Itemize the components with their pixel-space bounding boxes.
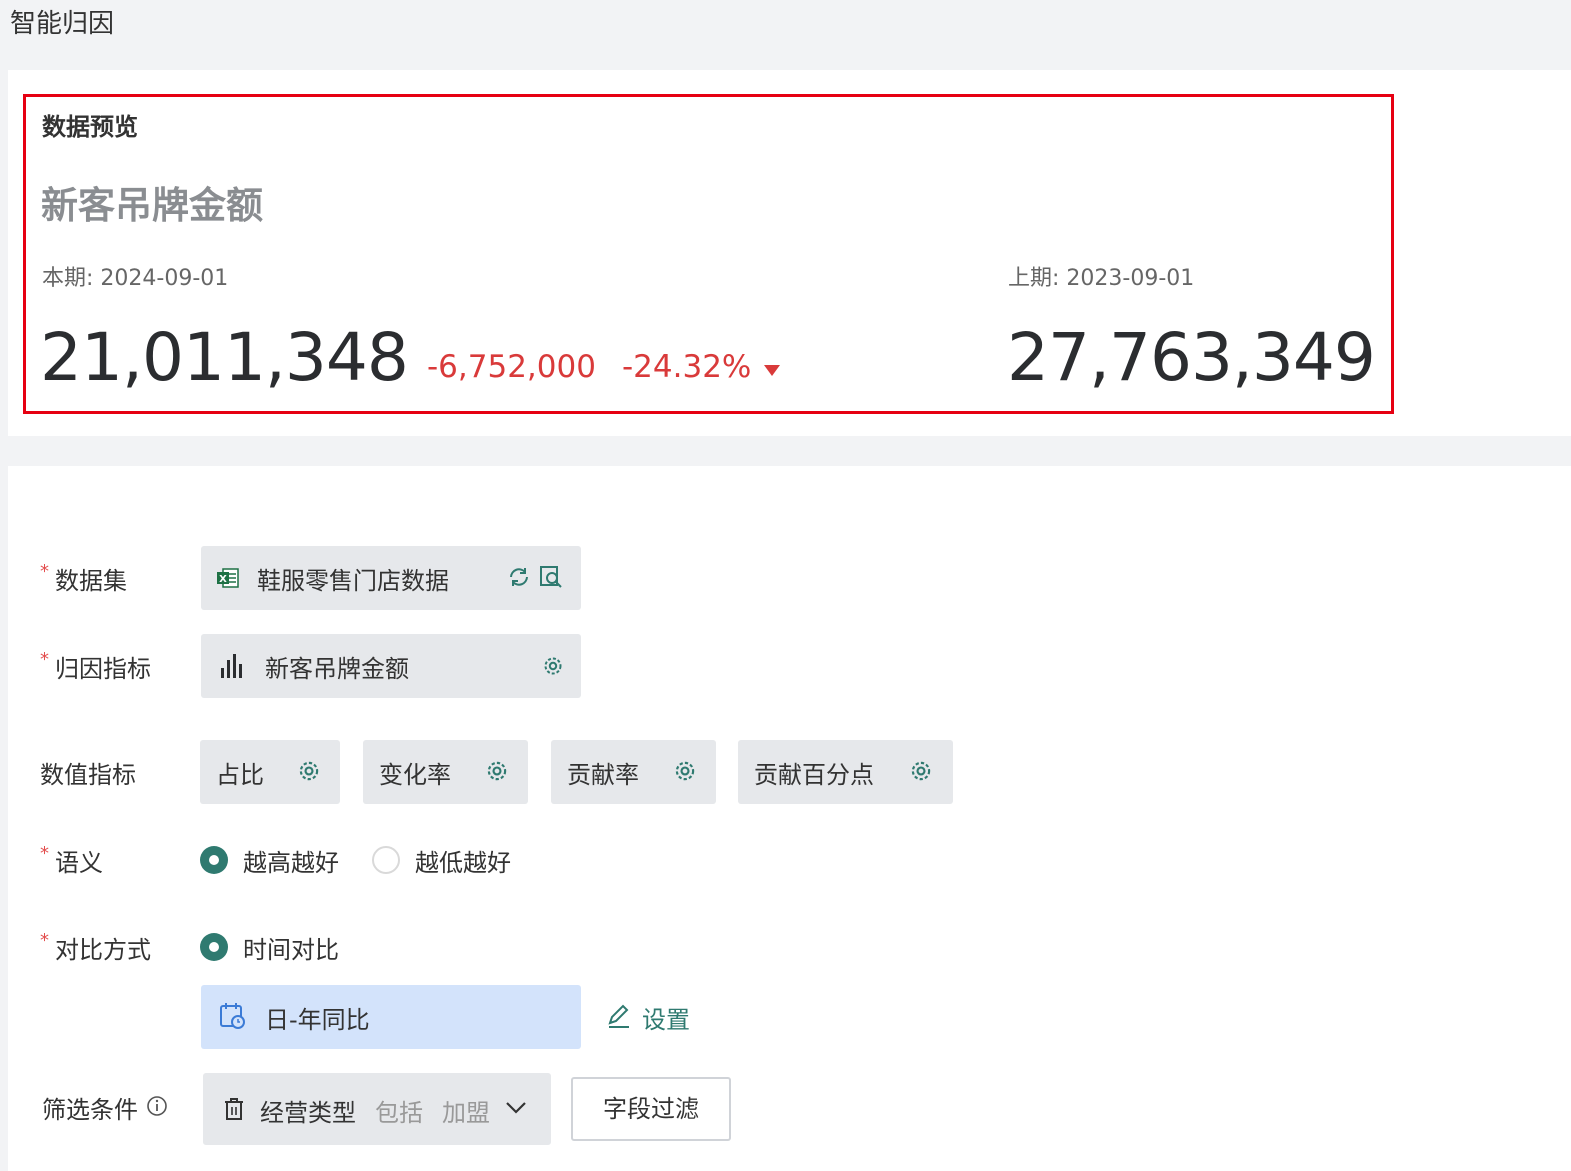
attribution-metric-value: 新客吊牌金额: [265, 655, 409, 683]
bar-chart-icon: [219, 652, 247, 684]
metric-tag-label: 贡献率: [567, 761, 639, 789]
semantics-label-text: 语义: [55, 849, 103, 877]
preview-icon[interactable]: [539, 565, 563, 593]
filter-label: 筛选条件: [42, 1096, 138, 1124]
preview-highlight-box: 数据预览 新客吊牌金额 本期: 2024-09-01 上期: 2023-09-0…: [23, 94, 1394, 414]
dataset-value: 鞋服零售门店数据: [257, 567, 449, 595]
radio-time-compare-label[interactable]: 时间对比: [243, 930, 339, 965]
delta-percent: -24.32%: [622, 349, 752, 385]
filter-value: 加盟: [442, 1099, 490, 1127]
field-filter-button[interactable]: 字段过滤: [571, 1077, 731, 1141]
metric-tag-label: 占比: [216, 761, 264, 789]
preview-heading: 数据预览: [42, 113, 138, 141]
numeric-metrics-label: 数值指标: [40, 761, 136, 789]
gear-icon[interactable]: [672, 758, 698, 788]
excel-icon: X: [217, 568, 239, 592]
filter-operator: 包括: [375, 1099, 423, 1127]
data-preview-card: 数据预览 新客吊牌金额 本期: 2024-09-01 上期: 2023-09-0…: [8, 70, 1571, 436]
metric-tag-contribution-points[interactable]: 贡献百分点: [738, 740, 953, 804]
info-icon[interactable]: [146, 1095, 168, 1121]
semantics-label: * 语义: [40, 843, 103, 878]
metric-tag-contribution-rate[interactable]: 贡献率: [551, 740, 716, 804]
gear-icon[interactable]: [908, 758, 934, 788]
preview-metric-name: 新客吊牌金额: [41, 184, 263, 227]
dataset-selector[interactable]: X 鞋服零售门店数据: [201, 546, 581, 610]
settings-link-text: 设置: [642, 1006, 690, 1034]
filter-condition[interactable]: 经营类型 包括 加盟: [203, 1073, 551, 1145]
previous-period-label: 上期: 2023-09-01: [1008, 266, 1195, 291]
required-mark: *: [40, 561, 49, 582]
required-mark: *: [40, 843, 49, 864]
current-value: 21,011,348: [40, 319, 409, 396]
metric-tag-label: 贡献百分点: [754, 761, 874, 789]
refresh-icon[interactable]: [507, 565, 531, 593]
gear-icon[interactable]: [541, 654, 565, 682]
gear-icon[interactable]: [296, 758, 322, 788]
svg-text:X: X: [219, 574, 227, 585]
radio-lower-better-label[interactable]: 越低越好: [415, 843, 511, 878]
metric-tag-label: 变化率: [379, 761, 451, 789]
radio-time-compare[interactable]: [200, 933, 228, 961]
required-mark: *: [40, 930, 49, 951]
radio-lower-better[interactable]: [372, 846, 400, 874]
edit-icon: [606, 1003, 632, 1035]
trend-down-icon: [764, 365, 780, 376]
compare-method-label: * 对比方式: [40, 930, 151, 965]
radio-higher-better-label[interactable]: 越高越好: [243, 843, 339, 878]
calendar-icon: [219, 1001, 247, 1035]
metric-tag-change-rate[interactable]: 变化率: [363, 740, 528, 804]
current-period-label: 本期: 2024-09-01: [42, 266, 229, 291]
attribution-form-card: * 数据集 X 鞋服零售门店数据 * 归因指标 新客吊牌金额 数值指标 占比 变化率: [8, 466, 1571, 1171]
metric-tag-share[interactable]: 占比: [200, 740, 340, 804]
dataset-label-text: 数据集: [55, 567, 127, 595]
required-mark: *: [40, 649, 49, 670]
attribution-metric-label-text: 归因指标: [55, 655, 151, 683]
chevron-down-icon[interactable]: [505, 1100, 527, 1119]
radio-higher-better[interactable]: [200, 846, 228, 874]
dataset-label: * 数据集: [40, 561, 127, 596]
compare-period-value: 日-年同比: [265, 1006, 370, 1034]
previous-value: 27,763,349: [1007, 319, 1376, 396]
page-title: 智能归因: [10, 9, 115, 39]
filter-field: 经营类型: [260, 1099, 356, 1127]
trash-icon[interactable]: [223, 1097, 245, 1125]
gear-icon[interactable]: [484, 758, 510, 788]
delta-absolute: -6,752,000: [427, 349, 596, 385]
attribution-metric-selector[interactable]: 新客吊牌金额: [201, 634, 581, 698]
compare-method-label-text: 对比方式: [55, 936, 151, 964]
compare-period-selector[interactable]: 日-年同比: [201, 985, 581, 1049]
attribution-metric-label: * 归因指标: [40, 649, 151, 684]
